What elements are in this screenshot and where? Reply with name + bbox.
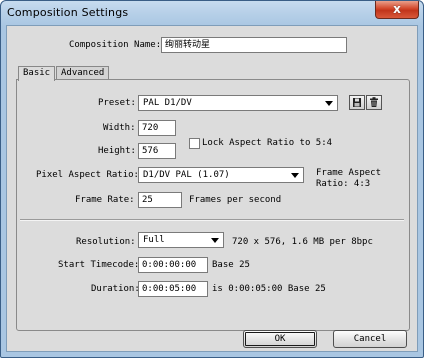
pixel-aspect-value: D1/DV PAL (1.07) [143,170,230,180]
frame-aspect-line1: Frame Aspect [316,168,382,178]
duration-label: Duration: [91,284,140,294]
save-preset-button[interactable] [349,95,365,110]
lock-aspect-checkbox[interactable] [189,138,200,149]
chevron-down-icon [291,173,299,178]
preset-value: PAL D1/DV [143,98,192,108]
preset-label: Preset: [98,98,136,108]
preset-dropdown[interactable]: PAL D1/DV [138,95,338,111]
width-input[interactable]: 720 [138,120,176,136]
dialog-window: Composition Settings x Composition Name:… [0,0,424,358]
ok-button[interactable]: OK [243,330,317,348]
close-button[interactable]: x [375,1,419,19]
frame-rate-units: Frames per second [189,195,282,205]
frame-rate-input[interactable]: 25 [138,192,182,208]
start-timecode-label: Start Timecode: [58,260,140,270]
chevron-down-icon [325,101,333,106]
duration-input[interactable]: 0:00:05:00 [138,281,208,297]
resolution-value: Full [143,235,165,245]
lock-aspect-label: Lock Aspect Ratio to 5:4 [202,138,333,148]
window-title: Composition Settings [7,6,129,19]
start-timecode-base: Base 25 [212,260,250,270]
dialog-body: Composition Name: 绚丽转动星 Basic Advanced P… [6,25,418,352]
composition-name-input[interactable]: 绚丽转动星 [161,37,347,53]
pixel-aspect-label: Pixel Aspect Ratio: [36,170,139,180]
pixel-aspect-dropdown[interactable]: D1/DV PAL (1.07) [138,167,304,183]
tab-advanced[interactable]: Advanced [56,66,110,80]
delete-preset-button[interactable] [366,95,382,110]
resolution-dropdown[interactable]: Full [138,232,224,248]
section-divider [20,219,404,221]
floppy-disk-icon [353,98,361,107]
composition-name-label: Composition Name: [69,40,162,50]
frame-aspect-line2: Ratio: 4:3 [316,179,371,189]
frame-rate-label: Frame Rate: [75,195,135,205]
height-label: Height: [98,146,136,156]
cancel-button[interactable]: Cancel [333,330,407,348]
close-icon: x [393,2,401,16]
width-label: Width: [103,123,136,133]
duration-info: is 0:00:05:00 Base 25 [212,284,326,294]
tab-basic[interactable]: Basic [18,66,56,81]
trash-icon [370,97,378,107]
resolution-info: 720 x 576, 1.6 MB per 8bpc [232,237,373,247]
chevron-down-icon [211,238,219,243]
title-bar[interactable]: Composition Settings x [1,1,423,25]
resolution-label: Resolution: [76,237,136,247]
start-timecode-input[interactable]: 0:00:00:00 [138,257,208,273]
height-input[interactable]: 576 [138,143,176,159]
